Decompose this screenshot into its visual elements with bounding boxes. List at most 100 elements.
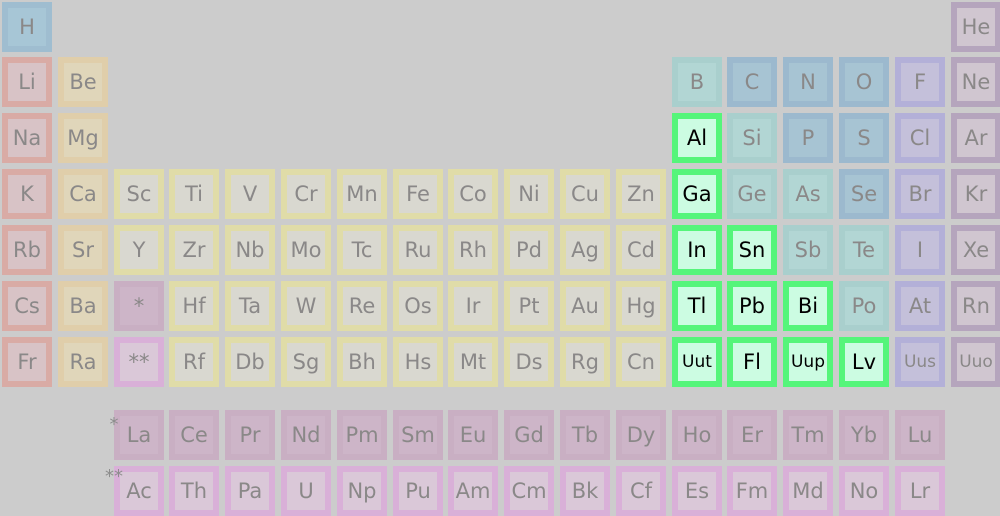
element-ne[interactable]: Ne [951,57,1000,107]
element-uuo[interactable]: Uuo [951,337,1000,387]
element-po[interactable]: Po [839,281,889,331]
element-am[interactable]: Am [448,466,498,516]
element-sr[interactable]: Sr [58,225,108,275]
element-pm[interactable]: Pm [337,410,387,460]
element-ta[interactable]: Ta [225,281,275,331]
element-ce[interactable]: Ce [169,410,219,460]
element-ds[interactable]: Ds [504,337,554,387]
element-hf[interactable]: Hf [169,281,219,331]
element-gd[interactable]: Gd [504,410,554,460]
element-md[interactable]: Md [783,466,833,516]
element-ir[interactable]: Ir [448,281,498,331]
element-uup[interactable]: Uup [783,337,833,387]
element-cd[interactable]: Cd [616,225,666,275]
element-sb[interactable]: Sb [783,225,833,275]
element-uus[interactable]: Uus [895,337,945,387]
element-n[interactable]: N [783,57,833,107]
element-ca[interactable]: Ca [58,169,108,219]
element-sn[interactable]: Sn [727,225,777,275]
element-pr[interactable]: Pr [225,410,275,460]
element-sg[interactable]: Sg [281,337,331,387]
element-in[interactable]: In [672,225,722,275]
element-na[interactable]: Na [2,113,52,163]
element-li[interactable]: Li [2,57,52,107]
element-lu[interactable]: Lu [895,410,945,460]
element-h[interactable]: H [2,2,52,52]
element-cl[interactable]: Cl [895,113,945,163]
element-p[interactable]: P [783,113,833,163]
element-w[interactable]: W [281,281,331,331]
element-hs[interactable]: Hs [393,337,443,387]
element-v[interactable]: V [225,169,275,219]
element-bh[interactable]: Bh [337,337,387,387]
element-rb[interactable]: Rb [2,225,52,275]
element-dy[interactable]: Dy [616,410,666,460]
element-sm[interactable]: Sm [393,410,443,460]
element-rg[interactable]: Rg [560,337,610,387]
element-xe[interactable]: Xe [951,225,1000,275]
element-al[interactable]: Al [672,113,722,163]
element-tb[interactable]: Tb [560,410,610,460]
element-ru[interactable]: Ru [393,225,443,275]
element-ge[interactable]: Ge [727,169,777,219]
element-cs[interactable]: Cs [2,281,52,331]
element-be[interactable]: Be [58,57,108,107]
element-eu[interactable]: Eu [448,410,498,460]
element-yb[interactable]: Yb [839,410,889,460]
element-co[interactable]: Co [448,169,498,219]
element-rh[interactable]: Rh [448,225,498,275]
element-ho[interactable]: Ho [672,410,722,460]
element-he[interactable]: He [951,2,1000,52]
element-ga[interactable]: Ga [672,169,722,219]
element-lv[interactable]: Lv [839,337,889,387]
element-o[interactable]: O [839,57,889,107]
element-pd[interactable]: Pd [504,225,554,275]
element-k[interactable]: K [2,169,52,219]
element-i[interactable]: I [895,225,945,275]
element-kr[interactable]: Kr [951,169,1000,219]
element-cm[interactable]: Cm [504,466,554,516]
element-rn[interactable]: Rn [951,281,1000,331]
element-no[interactable]: No [839,466,889,516]
element-ba[interactable]: Ba [58,281,108,331]
element-mo[interactable]: Mo [281,225,331,275]
element-cn[interactable]: Cn [616,337,666,387]
element-bk[interactable]: Bk [560,466,610,516]
element-rf[interactable]: Rf [169,337,219,387]
element-pa[interactable]: Pa [225,466,275,516]
element-es[interactable]: Es [672,466,722,516]
element-er[interactable]: Er [727,410,777,460]
element-u[interactable]: U [281,466,331,516]
element-cr[interactable]: Cr [281,169,331,219]
element-db[interactable]: Db [225,337,275,387]
element-c[interactable]: C [727,57,777,107]
element-bi[interactable]: Bi [783,281,833,331]
element-mn[interactable]: Mn [337,169,387,219]
element-at[interactable]: At [895,281,945,331]
element-ag[interactable]: Ag [560,225,610,275]
element-lr[interactable]: Lr [895,466,945,516]
element-ti[interactable]: Ti [169,169,219,219]
element-tm[interactable]: Tm [783,410,833,460]
element-pt[interactable]: Pt [504,281,554,331]
element-f[interactable]: F [895,57,945,107]
element-zn[interactable]: Zn [616,169,666,219]
element-pu[interactable]: Pu [393,466,443,516]
element-ra[interactable]: Ra [58,337,108,387]
element-cu[interactable]: Cu [560,169,610,219]
element-fl[interactable]: Fl [727,337,777,387]
element-tc[interactable]: Tc [337,225,387,275]
element-fm[interactable]: Fm [727,466,777,516]
element-actinide-placeholder[interactable]: ** [114,337,164,387]
element-fe[interactable]: Fe [393,169,443,219]
element-cf[interactable]: Cf [616,466,666,516]
element-hg[interactable]: Hg [616,281,666,331]
element-as[interactable]: As [783,169,833,219]
element-si[interactable]: Si [727,113,777,163]
element-mt[interactable]: Mt [448,337,498,387]
element-sc[interactable]: Sc [114,169,164,219]
element-te[interactable]: Te [839,225,889,275]
element-ar[interactable]: Ar [951,113,1000,163]
element-zr[interactable]: Zr [169,225,219,275]
element-uut[interactable]: Uut [672,337,722,387]
